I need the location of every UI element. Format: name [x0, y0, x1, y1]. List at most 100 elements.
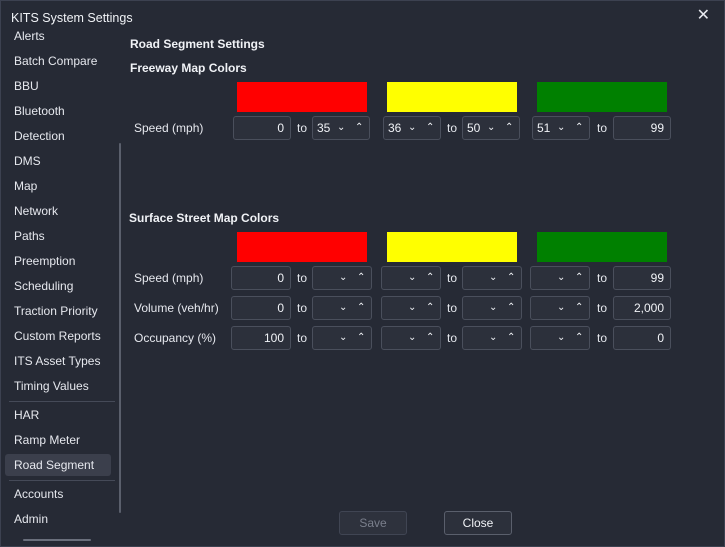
chevron-down-icon[interactable]: ⌄ [408, 267, 416, 289]
sidebar-item-scheduling[interactable]: Scheduling [5, 275, 111, 297]
close-button[interactable]: Close [444, 511, 512, 535]
page-title: Road Segment Settings [130, 37, 265, 51]
chevron-down-icon[interactable]: ⌄ [489, 297, 497, 319]
sidebar-item-alerts[interactable]: Alerts [5, 29, 111, 47]
chevron-down-icon[interactable]: ⌄ [339, 267, 347, 289]
surface-volume-red-max[interactable]: ⌄ ⌃ [312, 296, 372, 320]
spin-value: 35 [317, 121, 331, 135]
chevron-down-icon[interactable]: ⌄ [408, 297, 416, 319]
sidebar-item-bluetooth[interactable]: Bluetooth [5, 100, 111, 122]
chevron-up-icon[interactable]: ⌃ [357, 297, 365, 319]
sidebar-divider [9, 401, 115, 402]
sidebar-horizontal-scrollbar[interactable] [23, 539, 91, 541]
to-label: to [297, 331, 308, 345]
chevron-up-icon[interactable]: ⌃ [507, 297, 515, 319]
sidebar-item-dms[interactable]: DMS [5, 150, 111, 172]
chevron-up-icon[interactable]: ⌃ [505, 117, 513, 139]
chevron-up-icon[interactable]: ⌃ [507, 267, 515, 289]
chevron-down-icon[interactable]: ⌄ [557, 327, 565, 349]
sidebar-item-detection[interactable]: Detection [5, 125, 111, 147]
surface-occupancy-red-min[interactable]: 100 [231, 326, 291, 350]
surface-occupancy-yellow-max[interactable]: ⌄ ⌃ [462, 326, 522, 350]
save-button[interactable]: Save [339, 511, 407, 535]
sidebar-item-custom-reports[interactable]: Custom Reports [5, 325, 111, 347]
freeway-speed-label: Speed (mph) [134, 121, 204, 135]
freeway-speed-green-min[interactable]: 51 ⌄ ⌃ [532, 116, 590, 140]
surface-speed-green-min[interactable]: ⌄ ⌃ [530, 266, 590, 290]
surface-speed-yellow-max[interactable]: ⌄ ⌃ [462, 266, 522, 290]
chevron-down-icon[interactable]: ⌄ [408, 327, 416, 349]
surface-green-swatch[interactable] [537, 232, 667, 262]
surface-speed-red-max[interactable]: ⌄ ⌃ [312, 266, 372, 290]
chevron-down-icon[interactable]: ⌄ [557, 267, 565, 289]
surface-volume-green-min[interactable]: ⌄ ⌃ [530, 296, 590, 320]
sidebar-item-timing-values[interactable]: Timing Values [5, 375, 111, 397]
chevron-up-icon[interactable]: ⌃ [507, 327, 515, 349]
freeway-speed-yellow-max[interactable]: 50 ⌄ ⌃ [462, 116, 520, 140]
spin-value: 51 [537, 121, 551, 135]
chevron-down-icon[interactable]: ⌄ [339, 327, 347, 349]
chevron-up-icon[interactable]: ⌃ [355, 117, 363, 139]
surface-occupancy-red-max[interactable]: ⌄ ⌃ [312, 326, 372, 350]
sidebar-item-accounts[interactable]: Accounts [5, 483, 111, 505]
surface-volume-yellow-max[interactable]: ⌄ ⌃ [462, 296, 522, 320]
surface-speed-yellow-min[interactable]: ⌄ ⌃ [381, 266, 441, 290]
chevron-down-icon[interactable]: ⌄ [557, 297, 565, 319]
surface-speed-green-max[interactable]: 99 [613, 266, 671, 290]
surface-occupancy-green-max[interactable]: 0 [613, 326, 671, 350]
chevron-up-icon[interactable]: ⌃ [357, 267, 365, 289]
surface-volume-red-min[interactable]: 0 [231, 296, 291, 320]
freeway-green-swatch[interactable] [537, 82, 667, 112]
sidebar-item-its-asset-types[interactable]: ITS Asset Types [5, 350, 111, 372]
chevron-down-icon[interactable]: ⌄ [557, 117, 565, 139]
chevron-down-icon[interactable]: ⌄ [408, 117, 416, 139]
chevron-down-icon[interactable]: ⌄ [489, 267, 497, 289]
settings-window: KITS System Settings ✕ Alerts Batch Comp… [0, 0, 725, 547]
chevron-down-icon[interactable]: ⌄ [337, 117, 345, 139]
chevron-up-icon[interactable]: ⌃ [426, 267, 434, 289]
chevron-up-icon[interactable]: ⌃ [575, 327, 583, 349]
sidebar-item-network[interactable]: Network [5, 200, 111, 222]
sidebar-item-paths[interactable]: Paths [5, 225, 111, 247]
sidebar-item-traction-priority[interactable]: Traction Priority [5, 300, 111, 322]
sidebar-item-batch-compare[interactable]: Batch Compare [5, 50, 111, 72]
freeway-yellow-swatch[interactable] [387, 82, 517, 112]
sidebar-item-preemption[interactable]: Preemption [5, 250, 111, 272]
chevron-up-icon[interactable]: ⌃ [426, 297, 434, 319]
freeway-heading: Freeway Map Colors [130, 61, 247, 75]
sidebar-item-road-segment[interactable]: Road Segment [5, 454, 111, 476]
freeway-red-swatch[interactable] [237, 82, 367, 112]
freeway-speed-yellow-min[interactable]: 36 ⌄ ⌃ [383, 116, 441, 140]
to-label: to [597, 301, 608, 315]
chevron-up-icon[interactable]: ⌃ [426, 117, 434, 139]
close-icon[interactable]: ✕ [697, 7, 710, 25]
surface-volume-green-max[interactable]: 2,000 [613, 296, 671, 320]
sidebar-scrollbar[interactable] [119, 143, 121, 513]
to-label: to [597, 271, 608, 285]
freeway-speed-green-max[interactable]: 99 [613, 116, 671, 140]
to-label: to [447, 271, 458, 285]
sidebar-item-admin[interactable]: Admin [5, 508, 111, 530]
chevron-down-icon[interactable]: ⌄ [339, 297, 347, 319]
surface-occupancy-green-min[interactable]: ⌄ ⌃ [530, 326, 590, 350]
chevron-up-icon[interactable]: ⌃ [575, 117, 583, 139]
chevron-up-icon[interactable]: ⌃ [426, 327, 434, 349]
sidebar-item-ramp-meter[interactable]: Ramp Meter [5, 429, 111, 451]
surface-speed-label: Speed (mph) [134, 271, 204, 285]
sidebar-item-bbu[interactable]: BBU [5, 75, 111, 97]
chevron-down-icon[interactable]: ⌄ [489, 327, 497, 349]
title-bar[interactable]: KITS System Settings ✕ [1, 1, 724, 31]
chevron-down-icon[interactable]: ⌄ [487, 117, 495, 139]
surface-occupancy-yellow-min[interactable]: ⌄ ⌃ [381, 326, 441, 350]
surface-volume-yellow-min[interactable]: ⌄ ⌃ [381, 296, 441, 320]
surface-speed-red-min[interactable]: 0 [231, 266, 291, 290]
chevron-up-icon[interactable]: ⌃ [575, 297, 583, 319]
sidebar-item-har[interactable]: HAR [5, 404, 111, 426]
surface-red-swatch[interactable] [237, 232, 367, 262]
chevron-up-icon[interactable]: ⌃ [357, 327, 365, 349]
surface-yellow-swatch[interactable] [387, 232, 517, 262]
chevron-up-icon[interactable]: ⌃ [575, 267, 583, 289]
sidebar-item-map[interactable]: Map [5, 175, 111, 197]
freeway-speed-red-max[interactable]: 35 ⌄ ⌃ [312, 116, 370, 140]
freeway-speed-red-min[interactable]: 0 [233, 116, 291, 140]
